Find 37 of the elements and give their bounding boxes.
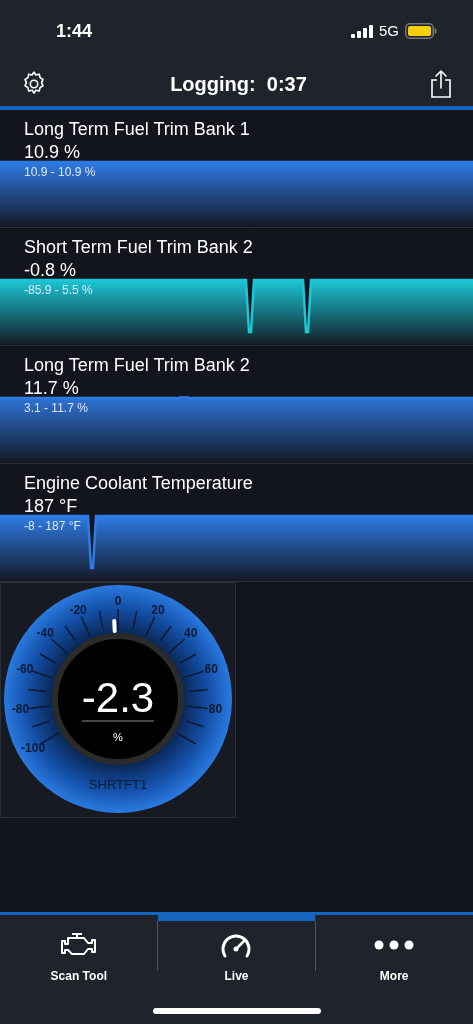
graph-value: -0.8 % (24, 259, 77, 281)
scale-label: -20 (69, 602, 87, 617)
graph-title: Long Term Fuel Trim Bank 2 (24, 354, 250, 376)
signal-icon (351, 24, 373, 38)
graph-value: 11.7 % (24, 377, 79, 399)
header-title: Logging: 0:37 (170, 72, 307, 97)
scale-label: 0 (114, 594, 122, 608)
share-icon[interactable] (429, 69, 453, 99)
scale-label: 80 (208, 702, 223, 717)
gauge-name: SHRTFT1 (88, 777, 148, 792)
scale-label: 60 (204, 661, 218, 676)
graph-title: Short Term Fuel Trim Bank 2 (24, 236, 253, 258)
scale-label: -100 (21, 741, 46, 755)
scale-label: -40 (36, 626, 54, 641)
more-icon (374, 940, 415, 950)
gauge-unit: % (113, 731, 123, 743)
status-time: 1:44 (56, 19, 93, 43)
graph-range: 10.9 - 10.9 % (24, 165, 96, 179)
tab[interactable]: Scan Tool (0, 915, 158, 985)
gauge-value: -2.3 (81, 674, 155, 721)
engine-icon (59, 932, 98, 958)
scale-label: -80 (11, 702, 30, 717)
graph-value: 187 °F (24, 495, 78, 517)
tab[interactable]: More (315, 915, 473, 985)
network-label: 5G (379, 20, 399, 41)
graph-range: 3.1 - 11.7 % (24, 401, 88, 415)
graph-value: 10.9 % (24, 141, 81, 163)
gauge-needle (112, 619, 117, 634)
battery-icon (405, 23, 437, 39)
scale-label: 40 (184, 626, 198, 641)
graph-range: -85.9 - 5.5 % (24, 283, 93, 297)
graph-title: Long Term Fuel Trim Bank 1 (24, 118, 250, 140)
tab[interactable]: Live (157, 915, 316, 985)
scale-label: 20 (151, 602, 165, 617)
scale-label: -60 (16, 661, 34, 676)
graph-title: Engine Coolant Temperature (24, 472, 253, 494)
graph-range: -8 - 187 °F (24, 519, 81, 533)
